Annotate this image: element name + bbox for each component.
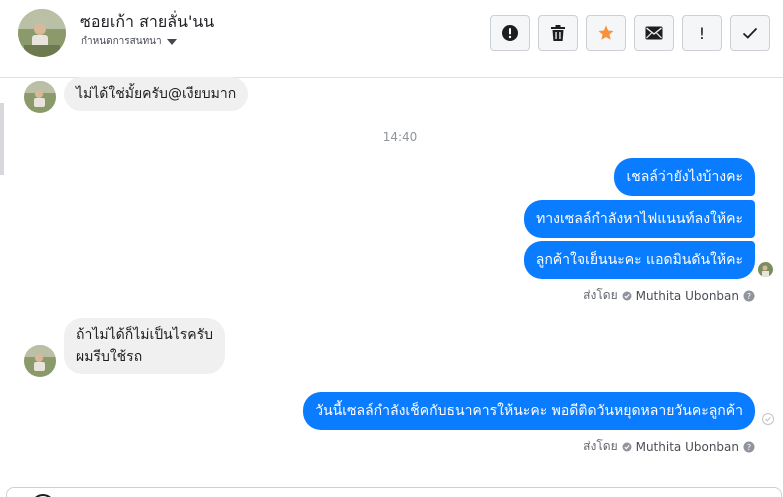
mark-done-button[interactable] [730, 15, 770, 51]
messenger-conversation: ซอยเก้า สายลั่น'นน กำหนดการสนทนา ! ไม่ได… [0, 0, 783, 497]
incoming-message[interactable]: ไม่ได้ใช่มั้ยครับ@เงียบมาก [64, 77, 249, 111]
verified-icon [622, 291, 632, 300]
checkmark-icon [742, 27, 758, 39]
sent-by-info: ส่งโดย Muthita Ubonban ? [583, 286, 755, 305]
conversation-header: ซอยเก้า สายลั่น'นน กำหนดการสนทนา ! [0, 0, 783, 78]
caret-down-icon [166, 38, 177, 45]
help-icon[interactable]: ? [743, 290, 755, 302]
exclamation-icon: ! [698, 23, 706, 43]
contact-name[interactable]: ซอยเก้า สายลั่น'นน [80, 10, 214, 35]
seen-avatar [758, 262, 773, 277]
sent-by-name[interactable]: Muthita Ubonban [636, 289, 739, 303]
incoming-message-line: ผมรีบใช้รถ [76, 349, 143, 365]
contact-avatar-small [24, 81, 56, 113]
conversation-toolbar: ! [490, 15, 770, 51]
message-composer[interactable] [6, 487, 782, 497]
spam-icon [502, 25, 518, 41]
delivered-icon [762, 413, 774, 425]
incoming-message[interactable]: ถ้าไม่ได้ก็ไม่เป็นไรครับ ผมรีบใช้รถ [64, 318, 226, 374]
star-button[interactable] [586, 15, 626, 51]
outgoing-message[interactable]: วันนี้เซลล์กำลังเช็คกับธนาคารให้นะคะ พอด… [303, 392, 755, 430]
contact-avatar[interactable] [18, 9, 66, 57]
sent-by-prefix: ส่งโดย [583, 439, 618, 453]
outgoing-message[interactable]: เชลล์ว่ายังไงบ้างคะ [614, 158, 755, 196]
outgoing-message[interactable]: ลูกค้าใจเย็นนะคะ แอดมินดันให้คะ [523, 241, 755, 279]
verified-icon [622, 442, 632, 451]
sent-by-prefix: ส่งโดย [583, 288, 618, 302]
trash-icon [551, 25, 565, 41]
incoming-message-line: ถ้าไม่ได้ก็ไม่เป็นไรครับ [76, 327, 214, 343]
follow-up-button[interactable]: ! [682, 15, 722, 51]
assign-conversation-dropdown[interactable]: กำหนดการสนทนา [81, 34, 177, 49]
help-icon[interactable]: ? [743, 441, 755, 453]
sent-by-info: ส่งโดย Muthita Ubonban ? [583, 437, 755, 456]
mark-unread-button[interactable] [634, 15, 674, 51]
star-icon [598, 25, 614, 40]
message-timestamp: 14:40 [382, 130, 418, 144]
envelope-icon [645, 26, 663, 40]
message-thread[interactable]: ไม่ได้ใช่มั้ยครับ@เงียบมาก 14:40 เชลล์ว่… [0, 77, 783, 497]
mark-spam-button[interactable] [490, 15, 530, 51]
delete-button[interactable] [538, 15, 578, 51]
sent-by-name[interactable]: Muthita Ubonban [636, 440, 739, 454]
svg-text:?: ? [747, 292, 751, 301]
outgoing-message[interactable]: ทางเซลล์กำลังหาไฟแนนท์ลงให้คะ [524, 200, 755, 238]
assign-conversation-label: กำหนดการสนทนา [81, 36, 162, 47]
svg-text:?: ? [747, 443, 751, 452]
contact-avatar-small [24, 345, 56, 377]
